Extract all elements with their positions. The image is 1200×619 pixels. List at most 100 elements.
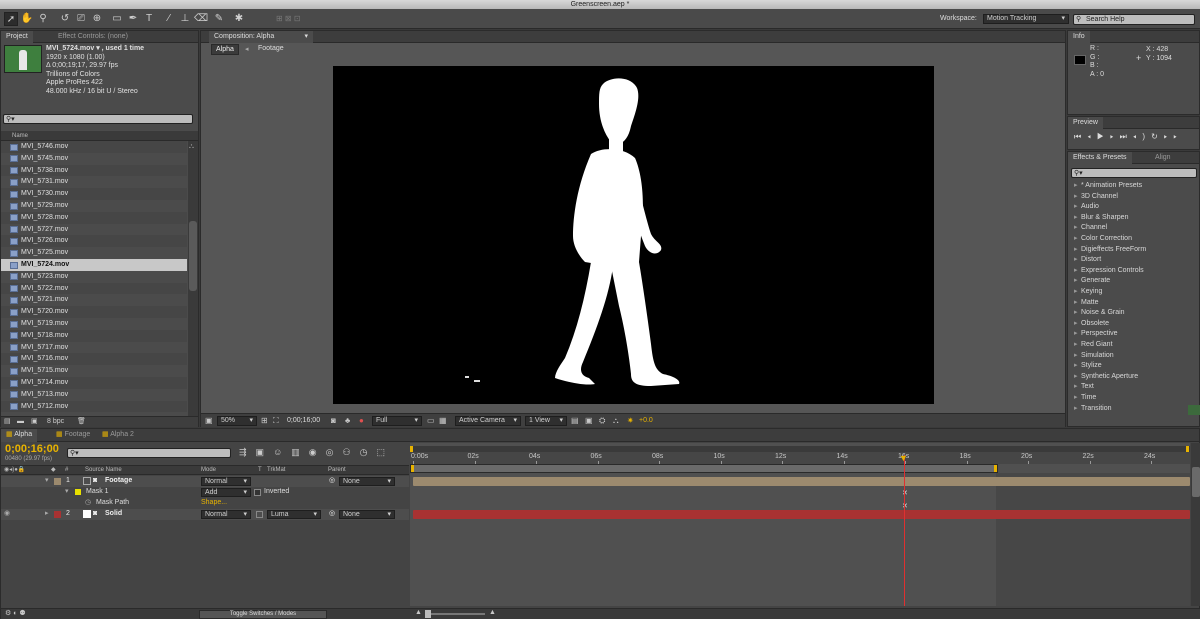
- mask-path-value[interactable]: Shape...: [201, 498, 227, 509]
- file-row[interactable]: MVI_5722.mov: [1, 282, 187, 295]
- timeline-graph-area[interactable]: 0:00s02s04s06s08s10s12s14s16s18s20s22s24…: [410, 443, 1190, 606]
- tab-align[interactable]: Align: [1150, 152, 1176, 164]
- column-trkmat[interactable]: TrkMat: [267, 466, 285, 475]
- expand-arrow-icon[interactable]: ▸: [45, 509, 49, 520]
- tab-timeline-alpha[interactable]: ▦ Alpha: [1, 429, 38, 442]
- layer-row-footage[interactable]: ▾ 1 ◙ Footage Normal ▾ ◎ None ▾: [1, 476, 409, 487]
- column-t[interactable]: T: [258, 466, 262, 475]
- file-row[interactable]: MVI_5723.mov: [1, 271, 187, 283]
- expand-arrow-icon[interactable]: ▸: [1074, 340, 1081, 351]
- zoom-select[interactable]: 50% ▾: [217, 416, 257, 426]
- effect-category[interactable]: ▸ Generate: [1074, 276, 1110, 287]
- work-area-start[interactable]: [411, 465, 414, 472]
- effect-category[interactable]: ▸ Color Correction: [1074, 234, 1132, 245]
- hand-tool-icon[interactable]: ✋: [20, 12, 34, 26]
- effect-category[interactable]: ▸ Digieffects FreeForm: [1074, 245, 1146, 256]
- clone-tool-icon[interactable]: ⊥: [178, 12, 192, 26]
- column-num[interactable]: #: [65, 466, 68, 475]
- tab-info[interactable]: Info: [1068, 31, 1090, 43]
- parent-select[interactable]: None ▾: [339, 477, 395, 486]
- file-row[interactable]: MVI_5728.mov: [1, 211, 187, 224]
- file-row[interactable]: MVI_5727.mov: [1, 224, 187, 236]
- effect-category[interactable]: ▸ Noise & Grain: [1074, 308, 1125, 319]
- file-row[interactable]: MVI_5745.mov: [1, 153, 187, 165]
- file-row[interactable]: MVI_5718.mov: [1, 329, 187, 342]
- mask-path-row[interactable]: ◷ Mask Path Shape...: [1, 498, 409, 509]
- viewer-timecode[interactable]: 0;00;16;00: [287, 417, 320, 424]
- effect-category[interactable]: ▸ Distort: [1074, 255, 1101, 266]
- pixel-aspect-icon[interactable]: ▤: [571, 416, 579, 425]
- bpc-label[interactable]: 8 bpc: [47, 417, 64, 427]
- layer-row-solid[interactable]: ◉ ▸ 2 ◙ Solid Normal ▾ Luma ▾ ◎ None ▾: [1, 509, 409, 520]
- expand-arrow-icon[interactable]: ▸: [1074, 255, 1081, 266]
- effect-category[interactable]: ▸ Stylize: [1074, 361, 1102, 372]
- blend-mode-select[interactable]: Normal ▾: [201, 477, 251, 486]
- effects-search-input[interactable]: ⚲▾: [1071, 168, 1197, 178]
- region-of-interest-icon[interactable]: ▭: [427, 416, 435, 425]
- expand-arrow-icon[interactable]: ▸: [1074, 351, 1081, 362]
- expand-arrow-icon[interactable]: ▸: [1074, 372, 1081, 383]
- column-mode[interactable]: Mode: [201, 466, 216, 475]
- grid-icon[interactable]: ⊞: [261, 416, 268, 425]
- new-folder-icon[interactable]: ▬: [17, 417, 24, 427]
- blend-mode-select[interactable]: Normal ▾: [201, 510, 251, 519]
- effect-category[interactable]: ▸ Synthetic Aperture: [1074, 372, 1138, 383]
- effect-category[interactable]: ▸ Transition: [1074, 404, 1111, 415]
- file-row[interactable]: MVI_5713.mov: [1, 389, 187, 401]
- parent-pickwhip-icon[interactable]: ◎: [329, 476, 335, 487]
- column-source-name[interactable]: Source Name: [85, 466, 122, 475]
- file-row[interactable]: MVI_5716.mov: [1, 353, 187, 366]
- effect-category[interactable]: ▸ Blur & Sharpen: [1074, 213, 1128, 224]
- view-layout-select[interactable]: 1 View ▾: [525, 416, 567, 426]
- work-area-end[interactable]: [994, 465, 997, 472]
- tab-timeline-footage[interactable]: ▦ Footage: [51, 429, 95, 442]
- expand-arrow-icon[interactable]: ▸: [1074, 319, 1081, 330]
- resolution-select[interactable]: Full ▾: [372, 416, 422, 426]
- expand-arrow-icon[interactable]: ▸: [1074, 287, 1081, 298]
- parent-select[interactable]: None ▾: [339, 510, 395, 519]
- file-row[interactable]: MVI_5746.mov: [1, 141, 187, 153]
- file-row[interactable]: MVI_5715.mov: [1, 365, 187, 377]
- visibility-eye-icon[interactable]: ◉: [4, 509, 10, 520]
- comp-mini-flowchart-icon[interactable]: ⇶: [239, 447, 256, 457]
- file-row[interactable]: MVI_5729.mov: [1, 200, 187, 212]
- shy-icon[interactable]: ☺: [273, 447, 291, 457]
- file-row[interactable]: MVI_5720.mov: [1, 306, 187, 318]
- ram-preview-icon[interactable]: ▸▸: [1164, 132, 1183, 141]
- work-area-bar[interactable]: [410, 464, 998, 473]
- tab-preview[interactable]: Preview: [1068, 117, 1103, 129]
- motion-blur-icon[interactable]: ◉: [309, 447, 326, 457]
- draft-3d-icon[interactable]: ▣: [256, 447, 274, 457]
- text-tool-icon[interactable]: T: [142, 12, 156, 26]
- zoom-tool-icon[interactable]: ⚲: [36, 12, 50, 26]
- column-parent[interactable]: Parent: [328, 466, 346, 475]
- mask-color-swatch[interactable]: [75, 489, 81, 495]
- audio-icon[interactable]: ◂): [1133, 132, 1151, 141]
- collapse-arrow-icon[interactable]: ▾: [65, 487, 69, 498]
- effect-category[interactable]: ▸ Text: [1074, 382, 1094, 393]
- rectangle-tool-icon[interactable]: ▭: [110, 12, 124, 26]
- tab-project[interactable]: Project: [1, 31, 33, 43]
- expand-arrow-icon[interactable]: ▸: [1074, 245, 1081, 256]
- file-row[interactable]: MVI_5724.mov: [1, 259, 187, 271]
- mask-row[interactable]: ▾ Mask 1 Add ▾ Inverted: [1, 487, 409, 498]
- loop-icon[interactable]: ↻: [1151, 132, 1164, 141]
- file-row[interactable]: MVI_5731.mov: [1, 176, 187, 188]
- effect-category[interactable]: ▸ Time: [1074, 393, 1096, 404]
- selection-tool-icon[interactable]: ➚: [4, 12, 18, 26]
- frame-blending-icon[interactable]: ▥: [291, 447, 309, 457]
- timeline-zoom-slider[interactable]: [425, 610, 485, 618]
- timeline-search-input[interactable]: ⚲▾: [67, 448, 231, 458]
- stopwatch-icon[interactable]: ◷: [85, 498, 91, 509]
- expand-arrow-icon[interactable]: ▸: [1074, 223, 1081, 234]
- expand-arrow-icon[interactable]: ▸: [1074, 308, 1081, 319]
- interpret-footage-icon[interactable]: ▤: [4, 417, 11, 427]
- project-scrollbar[interactable]: ⛬: [188, 141, 198, 416]
- file-row[interactable]: MVI_5714.mov: [1, 377, 187, 389]
- tab-composition-alpha[interactable]: Composition: Alpha ▾: [209, 31, 313, 43]
- expand-arrow-icon[interactable]: ▸: [1074, 213, 1081, 224]
- label-color-swatch[interactable]: [54, 511, 61, 518]
- scrollbar-thumb[interactable]: [1192, 467, 1200, 497]
- play-icon[interactable]: ▶: [1097, 132, 1110, 141]
- snapshot-icon[interactable]: ◙: [331, 416, 336, 425]
